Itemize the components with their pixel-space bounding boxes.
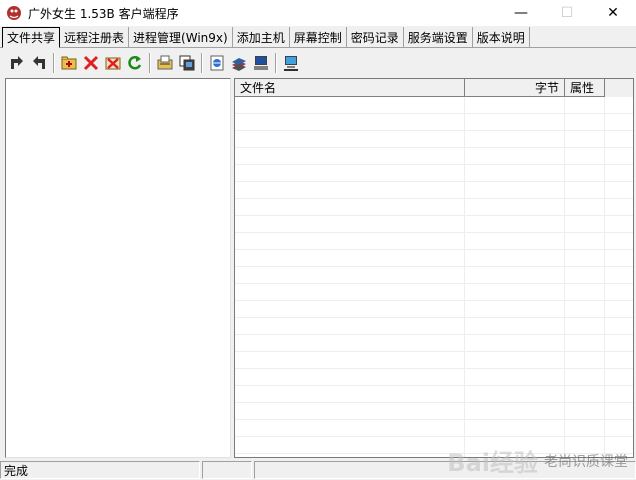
window-title: 广外女生 1.53B 客户端程序 [28,6,179,21]
toolbar-separator [201,53,203,73]
refresh-icon [128,56,142,70]
tab-password-log[interactable]: 密码记录 [347,27,404,47]
delete-folder-icon [105,57,121,70]
minimize-button[interactable]: — [498,0,544,26]
tab-version-info[interactable]: 版本说明 [473,27,530,47]
close-button[interactable]: ✕ [590,0,636,26]
new-folder-icon [61,56,77,70]
status-text: 完成 [0,461,200,479]
minimize-icon: — [514,5,528,21]
maximize-button[interactable]: ☐ [544,0,590,26]
folder-tree[interactable] [5,78,231,458]
upload-button[interactable] [154,52,176,74]
column-header-bytes[interactable]: 字节 [465,79,565,97]
books-button[interactable] [228,52,250,74]
tab-bar: 文件共享 远程注册表 进程管理(Win9x) 添加主机 屏幕控制 密码记录 服务… [0,26,636,48]
file-list[interactable]: 文件名 字节 属性 [234,78,634,458]
column-header-attributes[interactable]: 属性 [565,79,605,97]
tab-remote-registry[interactable]: 远程注册表 [60,27,130,47]
delete-folder-button[interactable] [102,52,124,74]
download-icon [179,55,195,71]
status-panel-2 [202,461,252,479]
toolbar-separator [53,53,55,73]
app-icon [7,6,21,20]
back-arrow-icon [33,56,45,69]
watermark: Bai经验 老尚识质课堂 [447,443,628,478]
file-list-header: 文件名 字节 属性 [235,79,633,97]
delete-button[interactable] [80,52,102,74]
computer-icon [254,56,268,70]
network-computer-button[interactable] [280,52,302,74]
upload-icon [157,55,173,70]
back-button[interactable] [28,52,50,74]
file-list-rows [235,97,633,457]
tab-server-settings[interactable]: 服务端设置 [404,27,473,47]
forward-arrow-icon [11,56,23,69]
maximize-icon: ☐ [560,5,574,21]
browser-button[interactable] [206,52,228,74]
download-button[interactable] [176,52,198,74]
watermark-text: 老尚识质课堂 [544,453,628,470]
books-icon [232,58,246,71]
refresh-button[interactable] [124,52,146,74]
tab-screen-control[interactable]: 屏幕控制 [290,27,347,47]
network-computer-icon [284,56,298,71]
browser-icon [210,55,224,71]
title-bar: 广外女生 1.53B 客户端程序 — ☐ ✕ [0,0,636,26]
forward-button[interactable] [6,52,28,74]
toolbar [0,50,636,76]
close-icon: ✕ [607,5,619,21]
column-header-filename[interactable]: 文件名 [235,79,465,97]
toolbar-separator [275,53,277,73]
tab-file-share[interactable]: 文件共享 [2,27,61,48]
tab-process-manager[interactable]: 进程管理(Win9x) [129,27,233,47]
tab-add-host[interactable]: 添加主机 [233,27,290,47]
watermark-logo: Bai经验 [447,449,538,477]
computer-button[interactable] [250,52,272,74]
delete-icon [83,55,99,71]
new-folder-button[interactable] [58,52,80,74]
toolbar-separator [149,53,151,73]
